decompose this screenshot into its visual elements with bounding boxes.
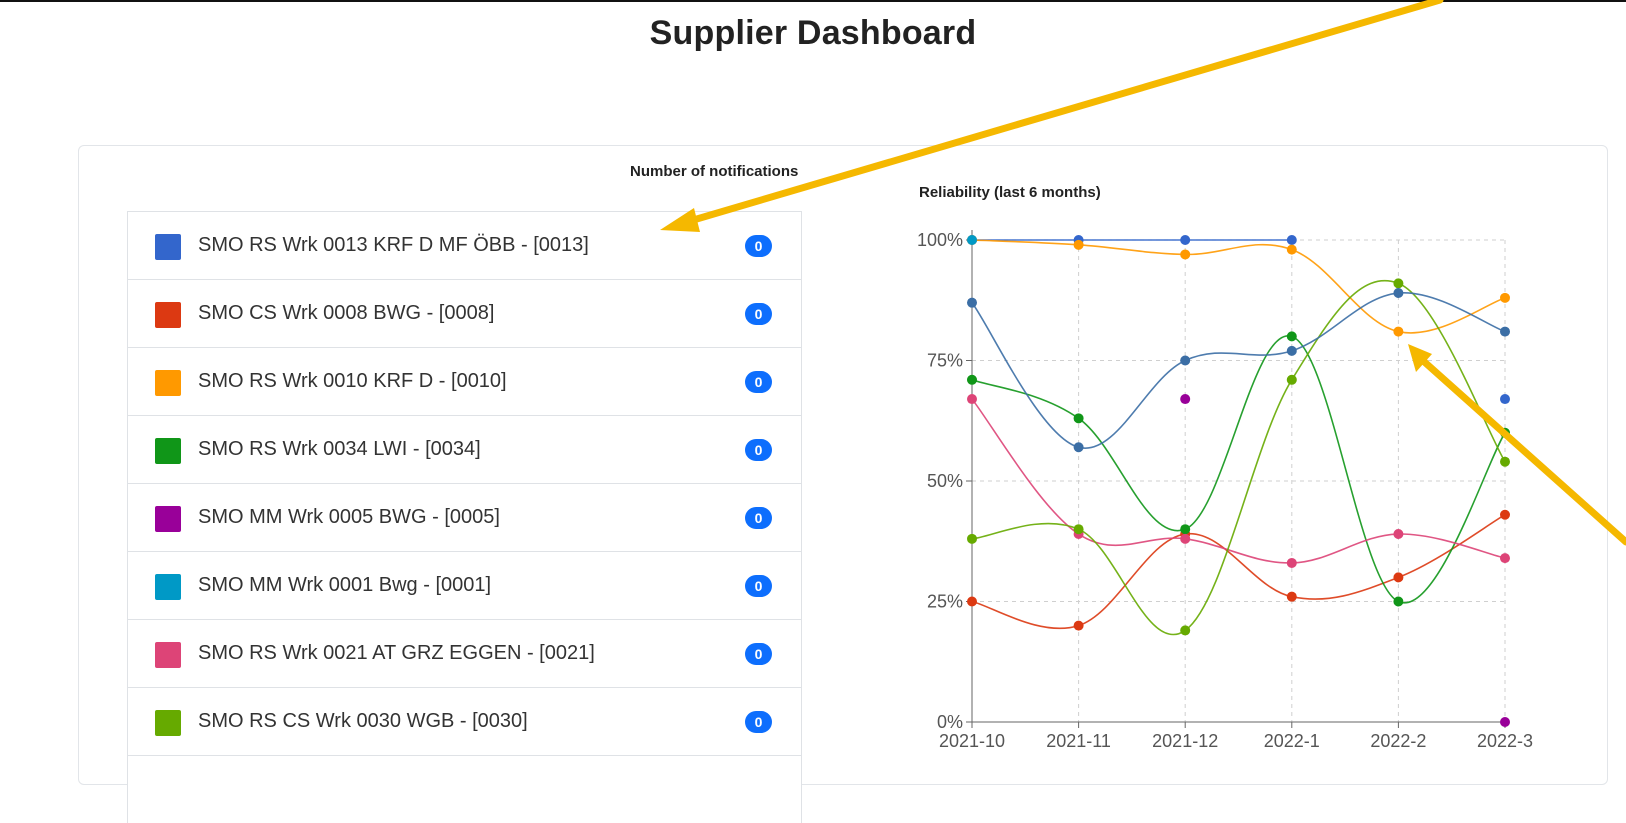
data-point xyxy=(1393,529,1404,540)
data-point xyxy=(1073,239,1084,250)
data-point xyxy=(967,235,977,245)
series-line xyxy=(971,279,1506,636)
data-point xyxy=(967,297,977,308)
data-point xyxy=(1500,427,1510,438)
data-point xyxy=(1393,288,1404,299)
data-point xyxy=(1073,413,1084,424)
y-tick-label: 0% xyxy=(937,712,963,732)
series-line xyxy=(971,335,1506,604)
y-tick-label: 75% xyxy=(927,351,963,371)
data-point xyxy=(1180,533,1191,544)
x-tick-label: 2021-10 xyxy=(939,731,1005,751)
data-point xyxy=(1180,249,1191,260)
x-tick-label: 2021-11 xyxy=(1046,731,1111,751)
data-point xyxy=(1500,509,1510,520)
data-point xyxy=(967,533,977,544)
x-tick-label: 2022-2 xyxy=(1370,731,1426,751)
data-point xyxy=(1500,553,1510,564)
data-point xyxy=(1286,331,1297,342)
series-line xyxy=(971,239,1506,334)
data-point xyxy=(1180,394,1191,405)
data-point xyxy=(1286,345,1297,356)
data-point xyxy=(1393,326,1404,337)
y-tick-label: 100% xyxy=(917,230,963,250)
data-point xyxy=(1180,524,1191,535)
data-point xyxy=(967,596,977,607)
data-point xyxy=(1500,394,1510,405)
data-point xyxy=(1500,292,1510,303)
data-point xyxy=(967,374,977,385)
data-point xyxy=(967,394,977,405)
data-point xyxy=(1180,235,1191,245)
data-point xyxy=(1500,717,1510,727)
data-point xyxy=(1393,278,1404,289)
data-point xyxy=(1286,557,1297,568)
x-tick-label: 2022-1 xyxy=(1264,731,1320,751)
data-point xyxy=(1500,456,1510,467)
data-point xyxy=(1286,244,1297,255)
data-point xyxy=(1073,620,1084,631)
data-point xyxy=(1286,374,1297,385)
data-point xyxy=(1180,625,1191,636)
data-point xyxy=(1500,326,1510,337)
x-tick-label: 2021-12 xyxy=(1152,731,1218,751)
data-point xyxy=(1286,591,1297,602)
data-point xyxy=(1393,596,1404,607)
data-point xyxy=(1073,524,1084,535)
y-tick-label: 50% xyxy=(927,471,963,491)
series-line xyxy=(971,292,1506,449)
data-point xyxy=(1180,355,1191,366)
reliability-chart: 0% 25% 50% 75% 100% 2021-10 2021-11 2021-12 2022… xyxy=(917,230,1533,751)
x-tick-label: 2022-3 xyxy=(1477,731,1533,751)
y-tick-label: 25% xyxy=(927,592,963,612)
data-point xyxy=(1393,572,1404,583)
data-point xyxy=(1073,442,1084,453)
data-point xyxy=(1286,235,1297,245)
series-line xyxy=(971,514,1506,630)
